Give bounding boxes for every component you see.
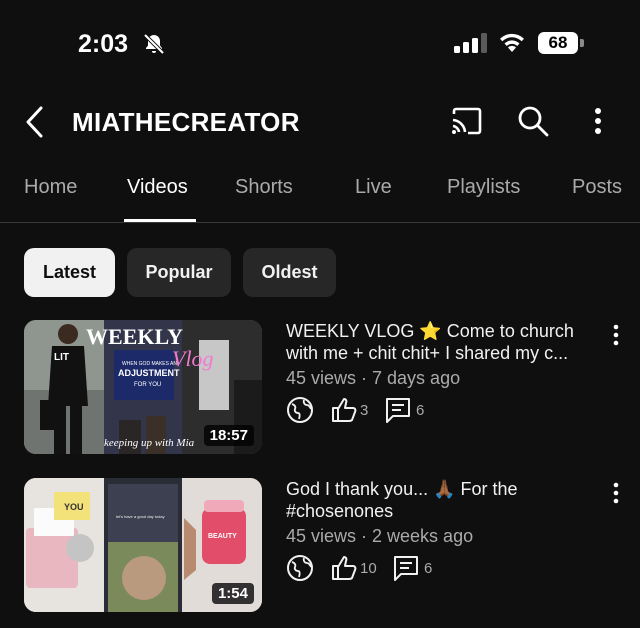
tab-videos[interactable]: Videos (127, 176, 188, 199)
status-bar: 2:03 68 (0, 0, 640, 88)
video-meta: 45 views · 7 days ago (286, 368, 461, 388)
likes-count: 3 (360, 402, 369, 419)
status-time: 2:03 (78, 30, 129, 58)
thumb-weekly-text: WEEKLY (86, 324, 183, 349)
tab-posts[interactable]: Posts (572, 176, 622, 199)
battery-level: 68 (538, 32, 578, 54)
comments-count: 6 (424, 560, 433, 577)
thumb-shirt-text: LIT (54, 352, 69, 363)
comments-count: 6 (416, 402, 425, 419)
tab-playlists[interactable]: Playlists (447, 176, 520, 199)
thumb-screen-text: let's have a good day today (116, 514, 165, 519)
tab-live[interactable]: Live (355, 176, 392, 199)
globe-icon (287, 397, 313, 423)
channel-name: MIATHECREATOR (72, 107, 300, 137)
thumb-screen-line3: FOR YOU (134, 382, 161, 388)
cast-icon[interactable] (450, 106, 484, 136)
video-thumbnail[interactable]: YOU BEAUTY let's have a good day today 1… (24, 478, 262, 612)
channel-tabs: Home Videos Shorts Live Playlists Posts (0, 164, 640, 222)
battery-tip (580, 39, 584, 47)
thumbs-up-icon[interactable] (330, 554, 358, 582)
video-more-icon[interactable] (606, 322, 626, 348)
thumb-sticky-text: YOU (64, 502, 84, 512)
bell-slash-icon (143, 33, 165, 55)
battery-icon: 68 (538, 32, 584, 54)
search-icon[interactable] (516, 104, 550, 138)
more-vert-icon[interactable] (586, 106, 610, 136)
thumbs-up-icon[interactable] (330, 396, 358, 424)
likes-count: 10 (360, 560, 377, 577)
tab-home[interactable]: Home (24, 176, 77, 199)
video-title[interactable]: WEEKLY VLOG ⭐ Come to church with me + c… (286, 320, 596, 364)
thumb-screen-line1: WHEN GOD MAKES AN (122, 361, 177, 367)
chip-oldest[interactable]: Oldest (243, 248, 336, 297)
chip-popular[interactable]: Popular (127, 248, 231, 297)
channel-header: MIATHECREATOR (0, 96, 640, 148)
chip-latest[interactable]: Latest (24, 248, 115, 297)
video-item[interactable]: YOU BEAUTY let's have a good day today 1… (0, 478, 640, 618)
back-icon[interactable] (22, 104, 48, 140)
video-more-icon[interactable] (606, 480, 626, 506)
video-duration: 1:54 (211, 583, 254, 604)
thumb-caption: keeping up with Mia (104, 437, 195, 449)
wifi-icon (500, 33, 524, 52)
video-meta: 45 views · 2 weeks ago (286, 526, 474, 546)
thumb-screen-line2: ADJUSTMENT (118, 368, 180, 378)
signal-icon (454, 33, 487, 53)
video-item[interactable]: LIT WEEKLY Vlog WHEN GOD MAKES AN ADJUST… (0, 320, 640, 460)
tab-shorts[interactable]: Shorts (235, 176, 293, 199)
thumb-bottle-text: BEAUTY (208, 533, 237, 540)
comment-icon[interactable] (392, 554, 420, 582)
video-duration: 18:57 (203, 425, 254, 446)
globe-icon (287, 555, 313, 581)
tabs-divider (0, 222, 640, 223)
video-thumbnail[interactable]: LIT WEEKLY Vlog WHEN GOD MAKES AN ADJUST… (24, 320, 262, 454)
comment-icon[interactable] (384, 396, 412, 424)
video-title[interactable]: God I thank you... 🙏🏾 For the #chosenone… (286, 478, 596, 522)
